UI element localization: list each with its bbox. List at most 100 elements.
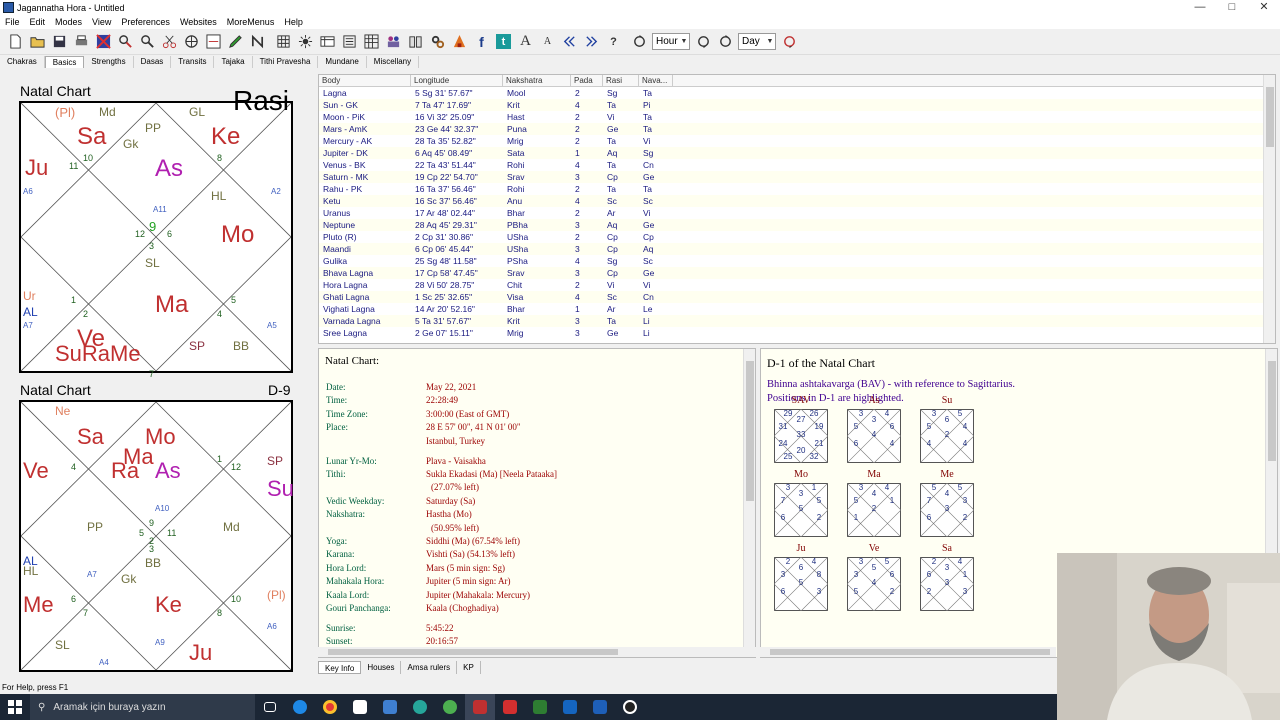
col-nakshatra[interactable]: Nakshatra xyxy=(503,75,571,86)
rotate-forward-icon[interactable] xyxy=(694,32,713,51)
table-row[interactable]: Mercury - AK 28 Ta 35' 52.82" Mrig 2 Ta Vi xyxy=(319,135,1275,147)
bav-chart[interactable]: 53 53 645 2 xyxy=(847,557,901,611)
taskbar-search[interactable]: ⚲ Aramak için buraya yazın xyxy=(30,694,255,720)
table-row[interactable]: Vighati Lagna 14 Ar 20' 52.16" Bhar 1 Ar Le xyxy=(319,303,1275,315)
save-icon[interactable] xyxy=(50,32,69,51)
obs-icon[interactable] xyxy=(615,694,645,720)
new-file-icon[interactable] xyxy=(6,32,25,51)
excel-icon[interactable] xyxy=(525,694,555,720)
bav-chart[interactable]: 43 45 121 xyxy=(847,483,901,537)
menu-websites[interactable]: Websites xyxy=(175,17,222,27)
search-chart-icon[interactable] xyxy=(138,32,157,51)
table-row[interactable]: Lagna 5 Sg 31' 57.67" Mool 2 Sg Ta xyxy=(319,87,1275,99)
twitter-icon[interactable]: t xyxy=(494,32,513,51)
table-row[interactable]: Rahu - PK 16 Ta 37' 56.46" Rohi 2 Ta Ta xyxy=(319,183,1275,195)
bav-chart[interactable]: 45 57 336 2 xyxy=(920,483,974,537)
menu-moremenus[interactable]: MoreMenus xyxy=(222,17,280,27)
table-row[interactable]: Hora Lagna 28 Vi 50' 28.75" Chit 2 Vi Vi xyxy=(319,279,1275,291)
help-icon[interactable]: ? xyxy=(604,32,623,51)
table-row[interactable]: Ketu 16 Sc 37' 56.46" Anu 4 Sc Sc xyxy=(319,195,1275,207)
tab-strengths[interactable]: Strengths xyxy=(84,56,134,68)
forward-arrow-icon[interactable] xyxy=(582,32,601,51)
col-body[interactable]: Body xyxy=(319,75,411,86)
menu-view[interactable]: View xyxy=(87,17,116,27)
table-icon[interactable] xyxy=(318,32,337,51)
tab-key-info[interactable]: Key Info xyxy=(318,661,362,674)
table-row[interactable]: Gulika 25 Sg 48' 11.58" PSha 4 Sg Sc xyxy=(319,255,1275,267)
maximize-button[interactable]: □ xyxy=(1216,0,1248,15)
outlook-icon[interactable] xyxy=(555,694,585,720)
col-navamsa[interactable]: Nava... xyxy=(639,75,673,86)
temple-icon[interactable] xyxy=(450,32,469,51)
grid-chart-icon[interactable] xyxy=(362,32,381,51)
minimize-button[interactable]: — xyxy=(1184,0,1216,15)
table-scrollbar[interactable] xyxy=(1263,75,1275,343)
table-row[interactable]: Sree Lagna 2 Ge 07' 15.11" Mrig 3 Ge Li xyxy=(319,327,1275,339)
font-decrease-icon[interactable]: A xyxy=(538,32,557,51)
table-row[interactable]: Saturn - MK 19 Cp 22' 54.70" Srav 3 Cp Ge xyxy=(319,171,1275,183)
tab-tithi-pravesha[interactable]: Tithi Pravesha xyxy=(253,56,319,68)
rasi-chart[interactable]: Rasi (Pl) Md GL Sa PP Ke Gk As Ju HL Mo SL Ur AL Ma Ve S… xyxy=(19,85,293,379)
navamsa-chart[interactable]: Ne Sa Mo Ma Ve Ra As SP Su PP Md AL HL BB Gk Me Ke (Pl) SL… xyxy=(19,400,294,672)
book-icon[interactable] xyxy=(406,32,425,51)
bav-hscroll[interactable] xyxy=(760,647,1056,657)
bav-chart[interactable]: 27 29 26 31 19 33 24 21 20 25 32 xyxy=(774,409,828,463)
pen-icon[interactable] xyxy=(226,32,245,51)
col-pada[interactable]: Pada xyxy=(571,75,603,86)
chrome-icon[interactable] xyxy=(315,694,345,720)
bav-chart[interactable]: 33 17 556 2 xyxy=(774,483,828,537)
back-arrow-icon[interactable] xyxy=(560,32,579,51)
whatsapp-icon[interactable] xyxy=(435,694,465,720)
day-select[interactable]: Day ▼ xyxy=(738,33,776,50)
info-scroll-thumb[interactable] xyxy=(746,361,754,501)
print-icon[interactable] xyxy=(72,32,91,51)
menu-preferences[interactable]: Preferences xyxy=(116,17,175,27)
bav-chart[interactable]: 32 46 132 3 xyxy=(920,557,974,611)
tab-miscellany[interactable]: Miscellany xyxy=(367,56,420,68)
sun-icon[interactable] xyxy=(296,32,315,51)
scissors-icon[interactable] xyxy=(160,32,179,51)
edge-icon[interactable] xyxy=(285,694,315,720)
app-studio-icon[interactable] xyxy=(375,694,405,720)
jhora-icon[interactable] xyxy=(465,694,495,720)
font-increase-icon[interactable]: A xyxy=(516,32,535,51)
word-icon[interactable] xyxy=(585,694,615,720)
col-rasi[interactable]: Rasi xyxy=(603,75,639,86)
close-button[interactable]: ✕ xyxy=(1248,0,1280,15)
table-row[interactable]: Venus - BK 22 Ta 43' 51.44" Rohi 4 Ta Cn xyxy=(319,159,1275,171)
rotate-day-forward-icon[interactable] xyxy=(780,32,799,51)
menu-modes[interactable]: Modes xyxy=(50,17,87,27)
tab-dasas[interactable]: Dasas xyxy=(134,56,172,68)
menu-help[interactable]: Help xyxy=(279,17,308,27)
edge-dev-icon[interactable] xyxy=(405,694,435,720)
rotate-day-icon[interactable] xyxy=(716,32,735,51)
tab-chakras[interactable]: Chakras xyxy=(0,56,45,68)
table-row[interactable]: Uranus 17 Ar 48' 02.44" Bhar 2 Ar Vi xyxy=(319,207,1275,219)
tab-mundane[interactable]: Mundane xyxy=(318,56,367,68)
tab-amsa-rulers[interactable]: Amsa rulers xyxy=(401,661,458,674)
tab-tajaka[interactable]: Tajaka xyxy=(214,56,253,68)
info-hscroll[interactable] xyxy=(318,647,756,657)
table-row[interactable]: Pluto (R) 2 Cp 31' 30.86" USha 2 Cp Cp xyxy=(319,231,1275,243)
table-row[interactable]: Neptune 28 Aq 45' 29.31" PBha 3 Aq Ge xyxy=(319,219,1275,231)
table-row[interactable]: Bhava Lagna 17 Cp 58' 47.45" Srav 3 Cp Ge xyxy=(319,267,1275,279)
table-row[interactable]: Mars - AmK 23 Ge 44' 32.37" Puna 2 Ge Ta xyxy=(319,123,1275,135)
table-row[interactable]: Maandi 6 Cp 06' 45.44" USha 3 Cp Aq xyxy=(319,243,1275,255)
n-icon[interactable] xyxy=(248,32,267,51)
acrobat-icon[interactable] xyxy=(495,694,525,720)
facebook-icon[interactable]: f xyxy=(472,32,491,51)
table-row[interactable]: Moon - PiK 16 Vi 32' 25.09" Hast 2 Vi Ta xyxy=(319,111,1275,123)
table-row[interactable]: Sun - GK 7 Ta 47' 17.69" Krit 4 Ta Pi xyxy=(319,99,1275,111)
bav-chart[interactable]: 63 55 424 4 xyxy=(920,409,974,463)
menu-file[interactable]: File xyxy=(0,17,25,27)
globe-icon[interactable] xyxy=(182,32,201,51)
app-m-icon[interactable] xyxy=(345,694,375,720)
gears-icon[interactable] xyxy=(428,32,447,51)
tab-basics[interactable]: Basics xyxy=(44,56,85,68)
menu-edit[interactable]: Edit xyxy=(25,17,51,27)
table-row[interactable]: Varnada Lagna 5 Ta 31' 57.67" Krit 3 Ta Li xyxy=(319,315,1275,327)
bav-scroll-thumb[interactable] xyxy=(1268,361,1276,461)
tab-kp[interactable]: KP xyxy=(457,661,481,674)
search-person-icon[interactable] xyxy=(116,32,135,51)
sp-icon[interactable] xyxy=(204,32,223,51)
